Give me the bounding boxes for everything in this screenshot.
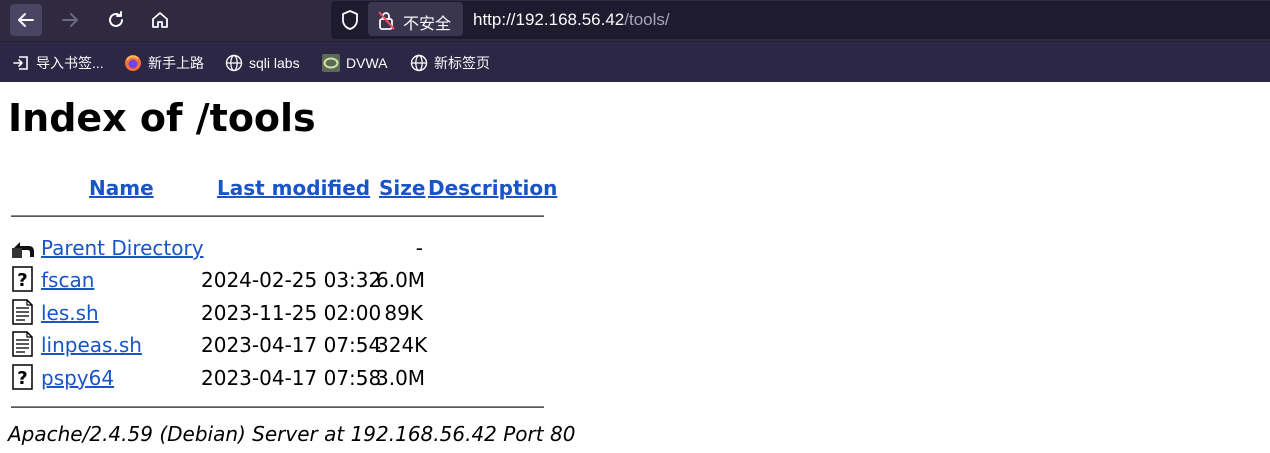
unknown-file-icon: ?	[12, 364, 33, 390]
reload-button[interactable]	[100, 4, 132, 36]
bookmarks-bar: 导入书签... 新手上路 sqli labs DVWA 新标签页	[0, 41, 1270, 82]
file-size: 89K	[384, 301, 423, 325]
text-file-icon	[12, 299, 33, 325]
arrow-right-icon	[62, 13, 78, 27]
file-size: 3.0M	[376, 366, 426, 390]
home-icon	[152, 12, 168, 28]
divider	[11, 406, 544, 408]
back-folder-icon	[12, 242, 34, 258]
page-title: Index of /tools	[8, 96, 316, 140]
unknown-file-icon: ?	[12, 266, 33, 292]
shield-icon[interactable]	[340, 9, 360, 31]
back-button[interactable]	[10, 4, 42, 36]
bookmark-sqli-labs[interactable]: sqli labs	[225, 53, 300, 73]
server-signature: Apache/2.4.59 (Debian) Server at 192.168…	[8, 422, 576, 446]
sort-by-modified-link[interactable]: Last modified	[217, 176, 370, 200]
bookmark-dvwa[interactable]: DVWA	[322, 53, 387, 73]
firefox-icon	[124, 54, 142, 72]
table-row: ? fscan 2024-02-25 03:32 6.0M	[0, 266, 600, 294]
security-label: 不安全	[403, 14, 452, 33]
reload-icon	[109, 11, 123, 27]
bookmark-label: sqli labs	[249, 55, 300, 71]
url-text[interactable]: http://192.168.56.42/tools/	[473, 10, 670, 30]
bookmark-label: 新手上路	[148, 55, 204, 71]
file-link-les-sh[interactable]: les.sh	[41, 301, 99, 325]
import-icon	[12, 54, 30, 72]
file-modified: 2023-11-25 02:00	[201, 301, 382, 325]
column-header-name: Name	[89, 176, 154, 200]
file-size: 324K	[376, 333, 428, 357]
svg-text:?: ?	[17, 270, 27, 291]
text-file-icon	[12, 331, 33, 357]
file-size: -	[415, 236, 423, 260]
sort-by-description-link[interactable]: Description	[428, 176, 557, 200]
sort-by-size-link[interactable]: Size	[379, 176, 425, 200]
column-header-description: Description	[428, 176, 557, 200]
svg-text:?: ?	[17, 368, 27, 389]
globe-icon	[225, 54, 243, 72]
table-row: linpeas.sh 2023-04-17 07:54 324K	[0, 331, 600, 359]
forward-button[interactable]	[54, 4, 86, 36]
column-header-modified: Last modified	[217, 176, 370, 200]
file-size: 6.0M	[376, 268, 426, 292]
globe-icon	[410, 54, 428, 72]
table-row: les.sh 2023-11-25 02:00 89K	[0, 299, 600, 327]
sort-by-name-link[interactable]: Name	[89, 176, 154, 200]
divider	[11, 215, 544, 217]
arrow-left-icon	[18, 13, 34, 27]
insecure-lock-icon	[378, 11, 395, 30]
url-path: /tools/	[624, 10, 670, 29]
file-link-pspy64[interactable]: pspy64	[41, 366, 114, 390]
dvwa-icon	[322, 54, 340, 72]
column-header-size: Size	[379, 176, 425, 200]
table-row: Parent Directory -	[0, 234, 600, 262]
browser-toolbar: 不安全 http://192.168.56.42/tools/	[0, 0, 1270, 41]
bookmark-new-tab[interactable]: 新标签页	[410, 53, 490, 73]
bookmark-getting-started[interactable]: 新手上路	[124, 53, 204, 73]
home-button[interactable]	[144, 4, 176, 36]
file-link-fscan[interactable]: fscan	[41, 268, 94, 292]
bookmark-label: DVWA	[346, 55, 388, 71]
file-link-linpeas-sh[interactable]: linpeas.sh	[41, 333, 142, 357]
bookmark-label: 新标签页	[434, 55, 490, 71]
bookmark-label: 导入书签...	[36, 55, 104, 71]
url-host: http://192.168.56.42	[473, 10, 625, 29]
table-row: ? pspy64 2023-04-17 07:58 3.0M	[0, 364, 600, 392]
file-link-parent-directory[interactable]: Parent Directory	[41, 236, 204, 260]
url-bar[interactable]	[331, 1, 1270, 39]
bookmark-import[interactable]: 导入书签...	[12, 53, 104, 73]
file-modified: 2023-04-17 07:58	[201, 366, 382, 390]
page-content: Index of /tools Name Last modified Size …	[0, 82, 1270, 453]
file-modified: 2024-02-25 03:32	[201, 268, 382, 292]
file-modified: 2023-04-17 07:54	[201, 333, 382, 357]
